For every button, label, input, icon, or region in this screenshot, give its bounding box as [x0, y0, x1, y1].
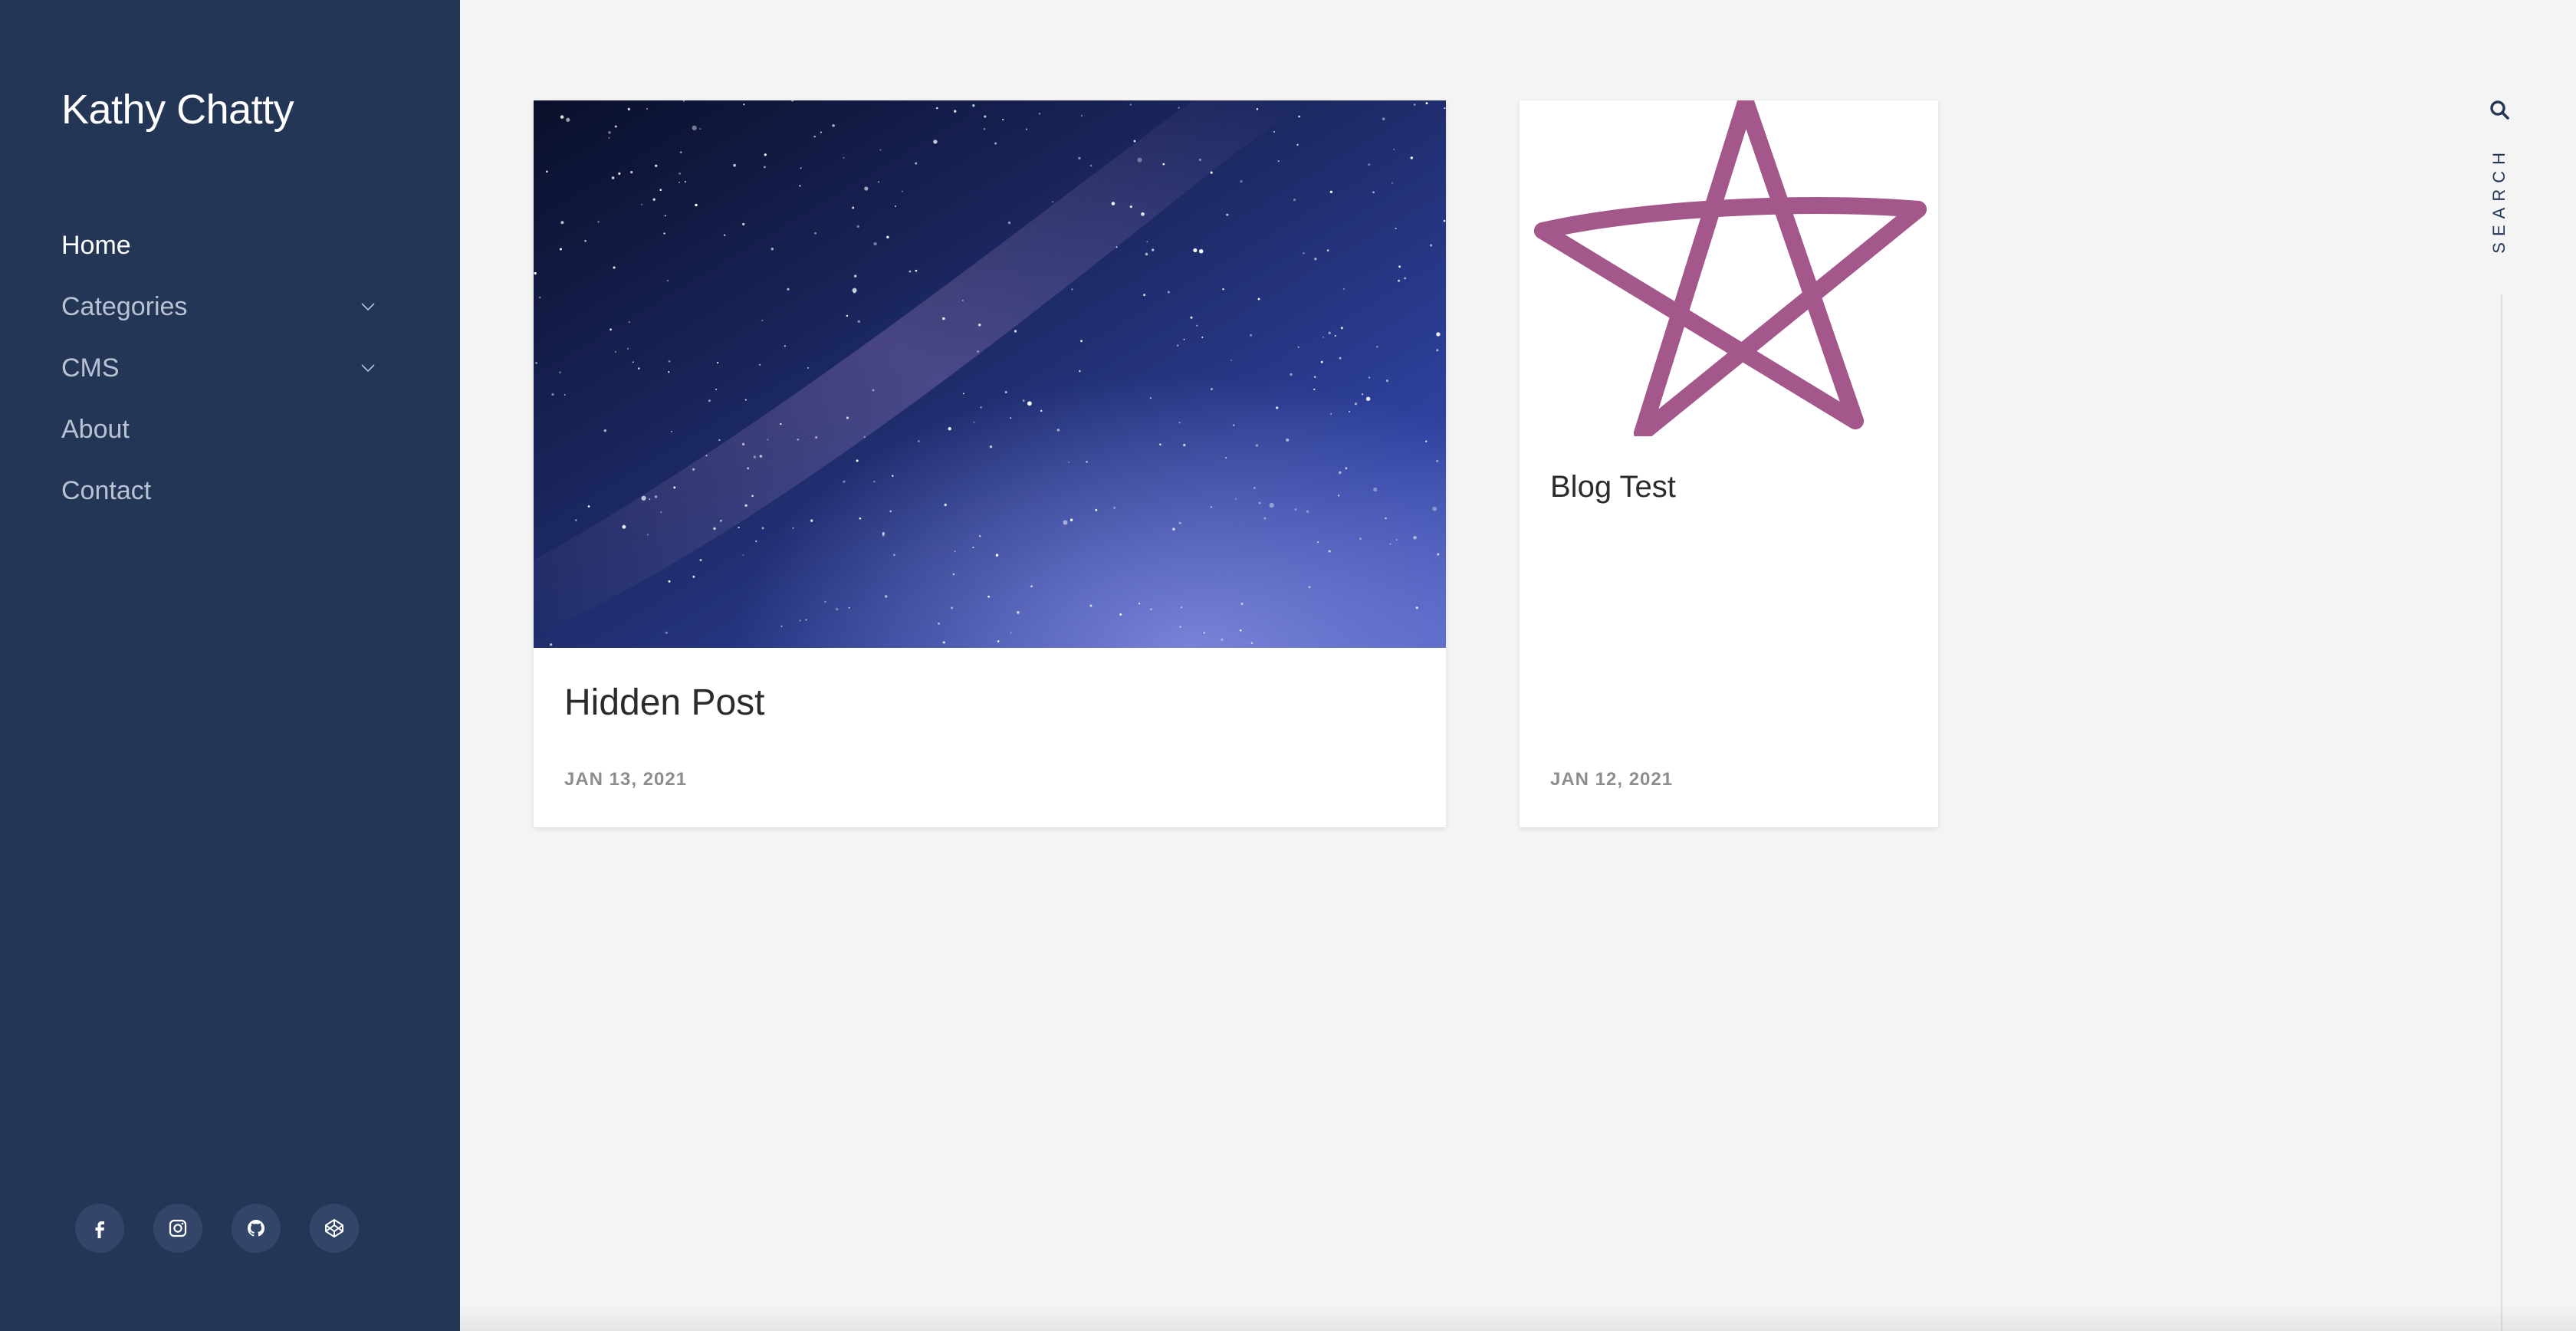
- chevron-down-icon[interactable]: [353, 353, 383, 383]
- search-label[interactable]: SEARCH: [2489, 146, 2509, 254]
- nav-item-label: Categories: [61, 291, 188, 321]
- site-title[interactable]: Kathy Chatty: [61, 86, 294, 133]
- post-date: JAN 12, 2021: [1550, 769, 1674, 790]
- facebook-icon[interactable]: [75, 1204, 124, 1253]
- post-title[interactable]: Hidden Post: [564, 682, 765, 724]
- nav-item-label: Home: [61, 230, 131, 260]
- footer-shadow: [460, 1303, 2576, 1331]
- chevron-down-icon[interactable]: [353, 291, 383, 322]
- nav-item-cms[interactable]: CMS: [61, 337, 383, 399]
- main-nav: Home Categories CMS About Contact: [61, 215, 383, 521]
- nav-item-contact[interactable]: Contact: [61, 460, 383, 521]
- instagram-icon[interactable]: [153, 1204, 202, 1253]
- starry-night-sky-image[interactable]: [534, 100, 1446, 648]
- codepen-icon[interactable]: [310, 1204, 359, 1253]
- nav-item-categories[interactable]: Categories: [61, 276, 383, 337]
- github-icon[interactable]: [232, 1204, 281, 1253]
- nav-item-label: CMS: [61, 353, 120, 383]
- nav-item-about[interactable]: About: [61, 399, 383, 460]
- nav-item-label: About: [61, 414, 130, 444]
- divider: [2501, 294, 2502, 1331]
- sidebar: Kathy Chatty Home Categories CMS About C…: [0, 0, 460, 1331]
- search-icon[interactable]: [2488, 98, 2511, 125]
- nav-item-label: Contact: [61, 475, 152, 505]
- social-links: [75, 1204, 359, 1253]
- post-card[interactable]: Blog Test JAN 12, 2021: [1520, 100, 1938, 827]
- post-card[interactable]: Hidden Post JAN 13, 2021: [534, 100, 1446, 827]
- pink-star-drawing-image[interactable]: [1520, 100, 1938, 436]
- post-date: JAN 13, 2021: [564, 769, 688, 790]
- post-title[interactable]: Blog Test: [1550, 470, 1676, 504]
- nav-item-home[interactable]: Home: [61, 215, 383, 276]
- search-toggle[interactable]: SEARCH: [2475, 98, 2524, 282]
